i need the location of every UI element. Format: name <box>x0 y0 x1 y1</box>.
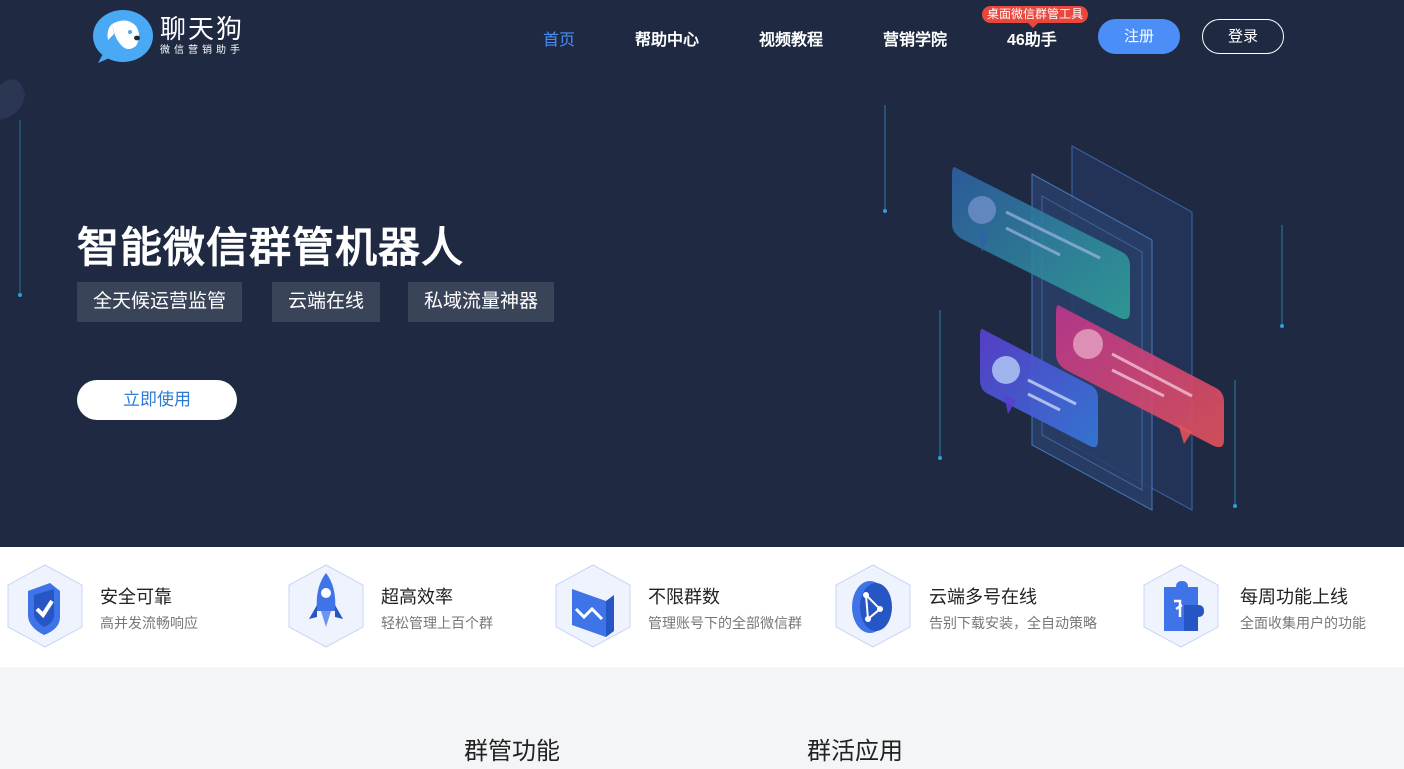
feature-title: 每周功能上线 <box>1240 587 1348 607</box>
hero-tag-monitoring: 全天候运营监管 <box>77 282 243 322</box>
feature-desc: 轻松管理上百个群 <box>381 615 493 631</box>
feature-title: 云端多号在线 <box>929 587 1037 607</box>
chat-phone-illustration <box>952 145 1224 511</box>
feature-desc: 告别下载安装，全自动策略 <box>929 615 1097 631</box>
feature-title: 不限群数 <box>648 587 720 607</box>
functions-section: 群管功能 群活应用 <box>0 667 1404 769</box>
feature-desc: 管理账号下的全部微信群 <box>648 615 802 631</box>
nav-home[interactable]: 首页 <box>543 26 575 50</box>
hero-banner: 聊天狗 微信营销助手 首页 帮助中心 视频教程 营销学院 46助手 桌面微信群管… <box>0 0 1404 547</box>
hero-tag-private-traffic: 私域流量神器 <box>408 282 555 322</box>
nav-marketing-academy[interactable]: 营销学院 <box>883 26 947 50</box>
book-chart-icon <box>555 564 631 648</box>
tab-group-management[interactable]: 群管功能 <box>464 731 560 766</box>
feature-title: 安全可靠 <box>100 587 172 607</box>
login-button[interactable]: 登录 <box>1202 19 1284 54</box>
hero-tag-cloud: 云端在线 <box>272 282 381 322</box>
desktop-tool-badge: 桌面微信群管工具 <box>982 6 1089 28</box>
feature-desc: 高并发流畅响应 <box>100 615 198 631</box>
feature-title: 超高效率 <box>381 587 453 607</box>
rocket-icon <box>288 564 364 648</box>
hero-title: 智能微信群管机器人 <box>77 224 465 271</box>
nav-video-tutorials[interactable]: 视频教程 <box>759 26 823 50</box>
register-button[interactable]: 注册 <box>1098 19 1180 54</box>
features-strip: 安全可靠 高并发流畅响应 超高效率 轻松管理上百个群 不限群数 管理账号下的全部… <box>0 547 1404 667</box>
top-nav: 首页 帮助中心 视频教程 营销学院 46助手 桌面微信群管工具 注册 登录 <box>0 0 1404 72</box>
nav-46-assistant[interactable]: 46助手 <box>1007 26 1057 50</box>
shield-check-icon <box>7 564 83 648</box>
puzzle-icon <box>1143 564 1219 648</box>
use-now-button[interactable]: 立即使用 <box>77 380 237 420</box>
feature-desc: 全面收集用户的功能 <box>1240 615 1366 631</box>
tab-group-activity-apps[interactable]: 群活应用 <box>807 731 903 766</box>
network-icon <box>835 564 911 648</box>
nav-help-center[interactable]: 帮助中心 <box>635 26 699 50</box>
